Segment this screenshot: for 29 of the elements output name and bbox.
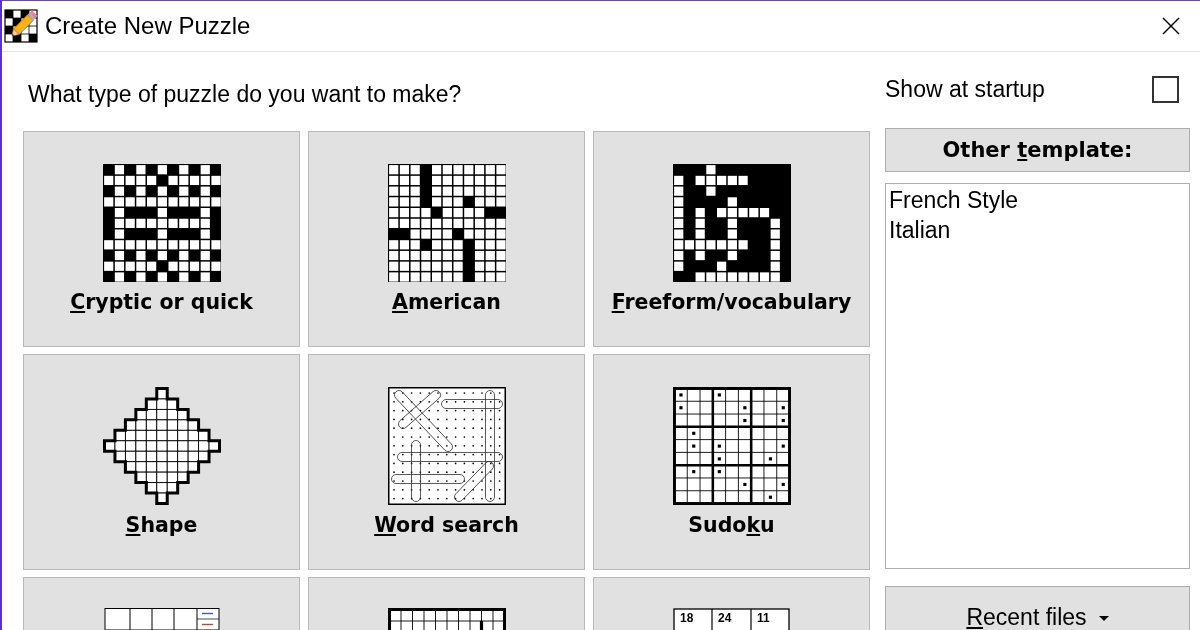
- puzzle-type-button[interactable]: Shape: [23, 354, 300, 570]
- crossword-grid-icon: [102, 164, 221, 282]
- puzzle-type-button[interactable]: Freeform/vocabulary: [593, 131, 870, 347]
- window-title: Create New Puzzle: [45, 11, 251, 41]
- sudoku-grid-icon: [672, 387, 791, 505]
- puzzle-type-button[interactable]: American: [308, 131, 585, 347]
- crossword-pencil-icon: [4, 9, 38, 43]
- clue-grid-icon: [102, 608, 221, 630]
- crossword-grid-icon: [387, 164, 506, 282]
- checkbox-label: Show at startup: [885, 75, 1045, 103]
- diamond-grid-icon: [102, 387, 221, 505]
- template-list-item[interactable]: Italian: [888, 215, 1187, 245]
- puzzle-type-button[interactable]: Cryptic or quick: [23, 131, 300, 347]
- template-list[interactable]: French Style Italian: [885, 183, 1190, 569]
- template-list-item[interactable]: French Style: [888, 185, 1187, 215]
- prompt-text: What type of puzzle do you want to make?: [27, 80, 463, 109]
- puzzle-type-button[interactable]: Sudoku: [593, 354, 870, 570]
- other-template-button[interactable]: Other template:: [885, 128, 1190, 172]
- puzzle-type-button[interactable]: [308, 577, 585, 630]
- caret-icon: [1098, 616, 1109, 621]
- checkbox[interactable]: [1152, 75, 1179, 103]
- crossword-grid-icon: [672, 164, 791, 282]
- puzzle-type-button[interactable]: 18 24 11: [593, 577, 870, 630]
- puzzle-type-button[interactable]: Word search: [308, 354, 585, 570]
- number-grid-icon: 18 24 11: [672, 608, 791, 630]
- grid-icon: [387, 608, 506, 630]
- close-icon: [1162, 17, 1180, 35]
- word-search-grid-icon: [387, 387, 506, 505]
- recent-files-button[interactable]: Recent files: [885, 586, 1190, 630]
